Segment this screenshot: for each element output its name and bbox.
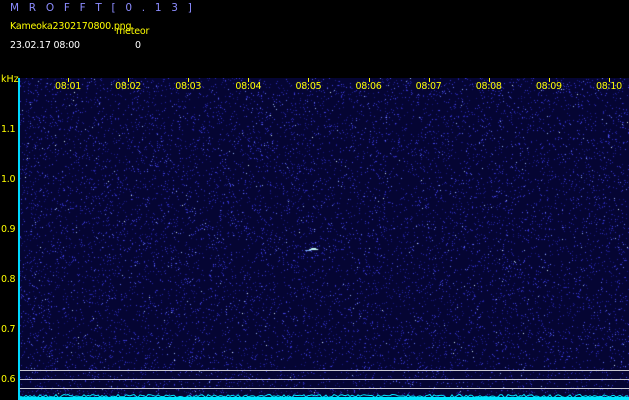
frequency-unit-label: kHz [1,74,19,85]
time-tick-label: 08:03 [175,81,202,92]
frequency-tick-label: 1.1 [1,124,16,135]
meteor-count-value: 0 [135,40,141,51]
signal-level-trace [20,393,629,400]
time-tick-label: 08:08 [475,81,502,92]
reference-line [20,379,629,380]
mrofft-window: M R O F F T [ 0 . 1 3 ] Kameoka230217080… [0,0,629,400]
app-title: M R O F F T [ 0 . 1 3 ] [10,2,195,14]
spectrogram-plot [20,78,629,400]
frequency-tick-label: 0.6 [1,374,16,385]
time-tick-label: 08:04 [235,81,262,92]
time-tick-label: 08:10 [595,81,622,92]
capture-datetime: 23.02.17 08:00 [10,40,80,51]
time-tick-label: 08:05 [295,81,322,92]
time-tick-label: 08:02 [115,81,142,92]
spectrogram-noise-field [20,78,629,400]
frequency-tick-label: 0.9 [1,224,16,235]
meteor-count-label: meteor [116,26,150,37]
time-tick-label: 08:09 [535,81,562,92]
time-tick-label: 08:06 [355,81,382,92]
time-tick-label: 08:07 [415,81,442,92]
time-tick-label: 08:01 [55,81,81,92]
frequency-tick-label: 1.0 [1,174,16,185]
frequency-axis-line [18,78,20,400]
frequency-tick-label: 0.7 [1,324,16,335]
capture-filename: Kameoka2302170800.png [10,21,132,32]
reference-line [20,370,629,371]
frequency-tick-label: 0.8 [1,274,16,285]
